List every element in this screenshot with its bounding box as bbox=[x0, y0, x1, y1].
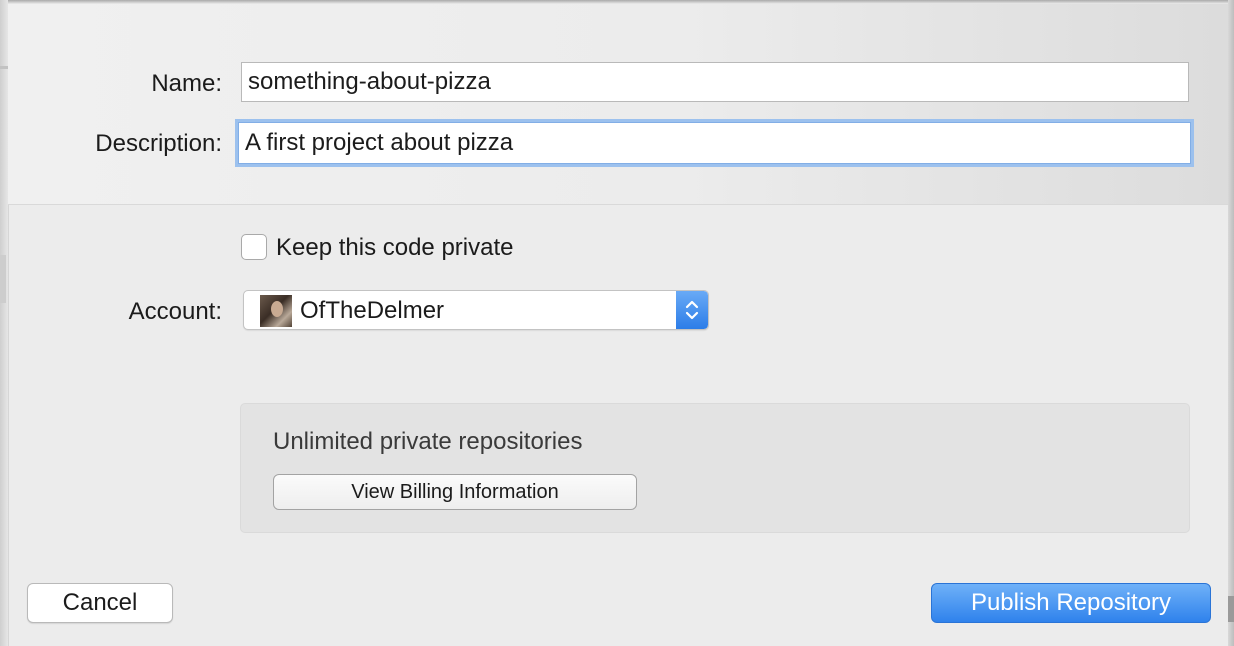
name-field[interactable]: something-about-pizza bbox=[241, 62, 1189, 102]
keep-private-checkbox[interactable] bbox=[241, 234, 267, 260]
avatar bbox=[260, 295, 292, 327]
account-label: Account: bbox=[128, 298, 222, 325]
publish-repository-sheet: Name: something-about-pizza Description:… bbox=[0, 0, 1234, 646]
account-popup-value: OfTheDelmer bbox=[300, 297, 445, 324]
description-field-value: A first project about pizza bbox=[245, 129, 514, 156]
account-popup[interactable]: OfTheDelmer bbox=[243, 290, 709, 330]
popup-arrows-icon[interactable] bbox=[676, 291, 708, 329]
publish-repository-button[interactable]: Publish Repository bbox=[931, 583, 1211, 623]
description-field[interactable]: A first project about pizza bbox=[238, 122, 1191, 164]
window-resize-edge bbox=[1228, 0, 1234, 646]
billing-panel: Unlimited private repositories View Bill… bbox=[240, 403, 1190, 533]
billing-message: Unlimited private repositories bbox=[273, 428, 583, 455]
keep-private-label[interactable]: Keep this code private bbox=[276, 234, 513, 262]
sheet-top-shadow bbox=[8, 0, 1228, 4]
view-billing-button[interactable]: View Billing Information bbox=[273, 474, 637, 510]
description-label: Description: bbox=[95, 130, 222, 157]
name-field-value: something-about-pizza bbox=[248, 68, 491, 95]
name-label: Name: bbox=[151, 70, 222, 97]
details-section bbox=[8, 0, 1228, 205]
cancel-button[interactable]: Cancel bbox=[27, 583, 173, 623]
